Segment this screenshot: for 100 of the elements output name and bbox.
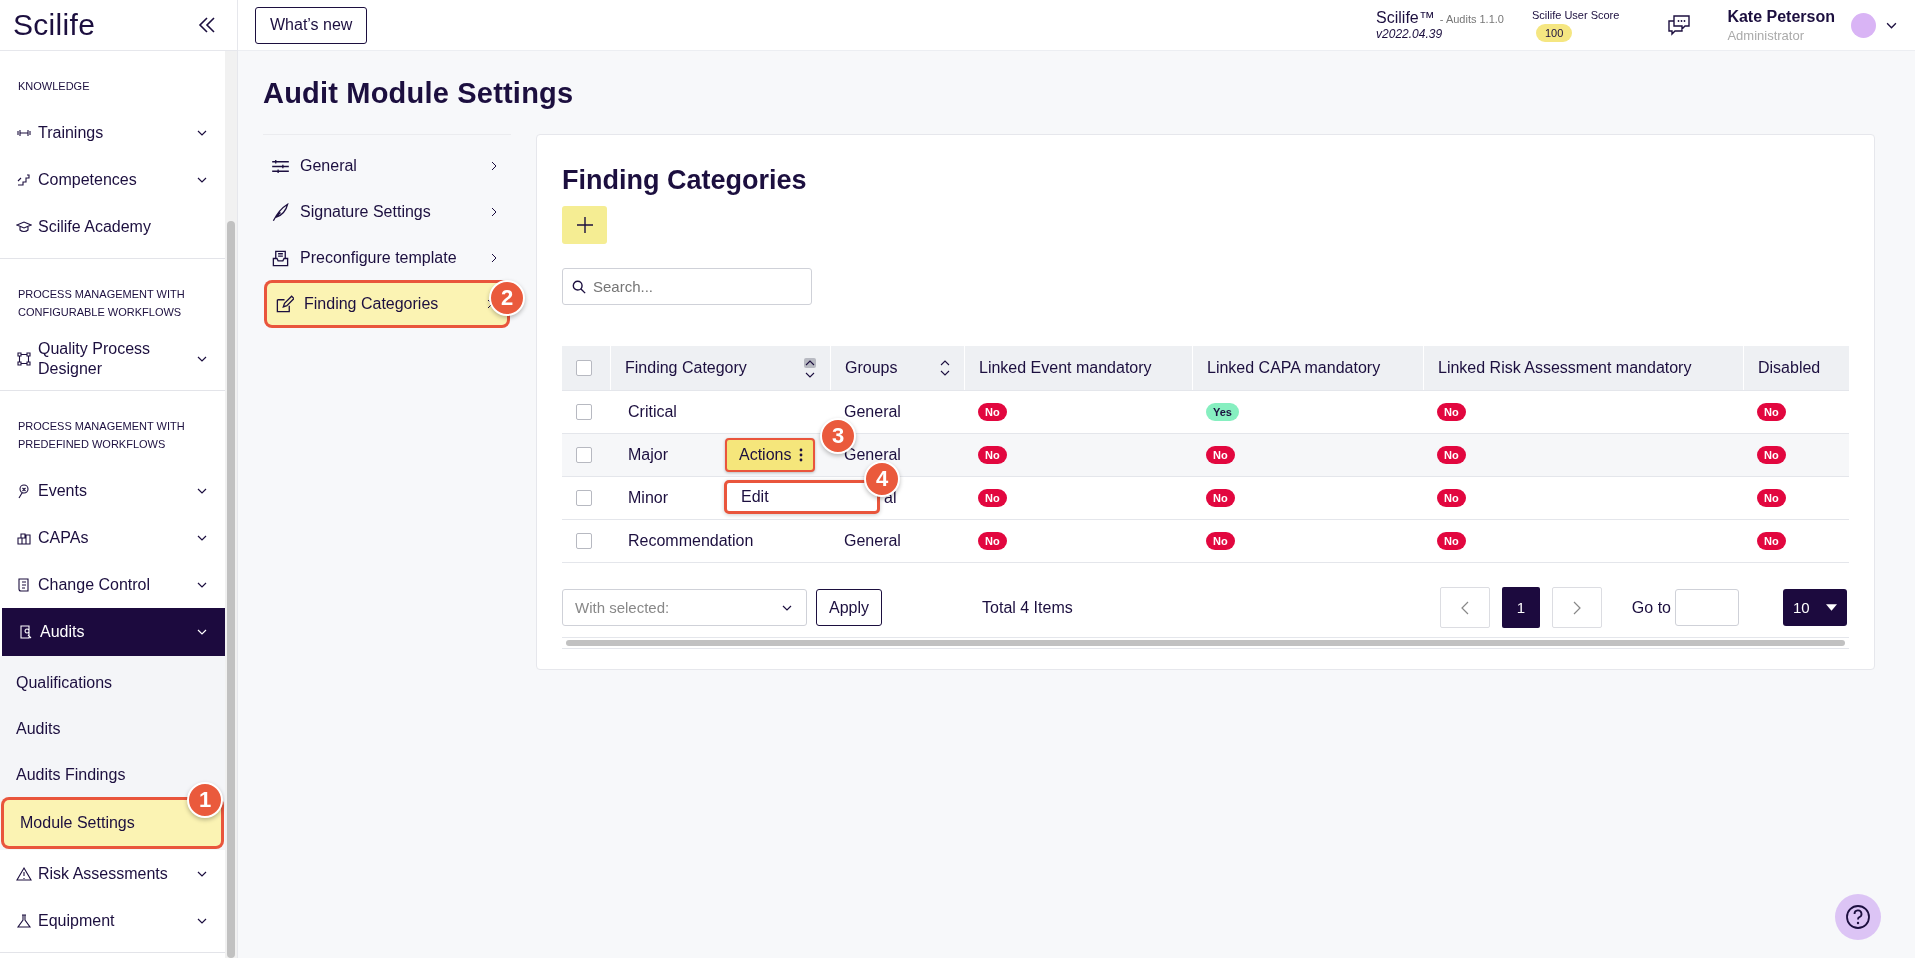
status-badge: Yes	[1206, 403, 1239, 421]
row-checkbox[interactable]	[576, 533, 592, 549]
section-heading: KNOWLEDGE	[17, 79, 91, 94]
column-header[interactable]: Linked Event mandatory	[979, 359, 1152, 377]
group-name: General	[844, 446, 901, 464]
logo: Scilife	[13, 8, 96, 42]
search-icon	[572, 280, 586, 294]
page-button[interactable]: 1	[1501, 587, 1540, 628]
group-name: General	[844, 532, 901, 550]
tray-icon	[271, 248, 290, 268]
add-button[interactable]	[562, 206, 607, 244]
group-name: General	[844, 403, 901, 421]
chevron-icon	[197, 629, 207, 635]
row-checkbox[interactable]	[576, 447, 592, 463]
column-header[interactable]: Disabled	[1758, 359, 1821, 377]
page-title: Audit Module Settings	[263, 77, 575, 110]
category-name: Major	[628, 446, 668, 464]
row-checkbox[interactable]	[576, 404, 592, 420]
edit-icon	[275, 294, 294, 314]
column-header[interactable]: Finding Category	[625, 359, 747, 377]
select-all-checkbox[interactable]	[576, 360, 592, 376]
section-heading: PROCESS MANAGEMENT WITH CONFIGURABLE WORKFLOWS	[17, 287, 186, 320]
sidebar-item[interactable]: Change Control	[0, 561, 225, 608]
score-badge: 100	[1536, 23, 1573, 42]
chat-icon[interactable]	[1667, 14, 1692, 36]
graduation-cap-icon	[16, 218, 32, 235]
chevron-icon	[197, 581, 207, 588]
chevron-icon	[197, 917, 207, 924]
chevron-left-icon	[1460, 600, 1469, 615]
total-items: Total 4 Items	[982, 598, 1073, 617]
sidebar-subitem[interactable]: Qualifications	[0, 660, 225, 706]
sidebar-item[interactable]: Audits	[2, 608, 225, 656]
warning-icon	[16, 865, 32, 882]
scrollbar-thumb[interactable]	[566, 640, 1845, 646]
help-icon[interactable]	[1835, 894, 1881, 940]
search-field[interactable]: Search...	[562, 268, 812, 305]
column-header[interactable]: Groups	[845, 359, 898, 377]
status-badge: No	[1437, 403, 1466, 421]
sidebar-subitem[interactable]: Audits	[0, 706, 225, 752]
sidebar-item[interactable]: Risk Assessments	[0, 850, 225, 897]
chevron-icon	[197, 129, 207, 136]
status-badge: No	[1437, 489, 1466, 507]
status-badge: No	[1437, 532, 1466, 550]
status-badge: No	[1437, 446, 1466, 464]
status-badge: No	[1206, 532, 1235, 550]
status-badge: No	[978, 489, 1007, 507]
apply-button[interactable]: Apply	[816, 589, 883, 626]
user-role: Administrator	[1727, 27, 1805, 43]
sidebar-item[interactable]: Quality Process Designer	[0, 335, 225, 382]
status-badge: No	[1757, 446, 1786, 464]
scroll-icon	[16, 576, 32, 593]
release-version: v2022.04.39	[1376, 27, 1444, 41]
callout-badge: 2	[489, 280, 525, 316]
scrollbar-thumb[interactable]	[227, 221, 235, 958]
status-badge: No	[1206, 489, 1235, 507]
sort-icon[interactable]	[804, 358, 816, 378]
chevron-right-icon	[1572, 600, 1581, 615]
row-checkbox[interactable]	[576, 490, 592, 506]
status-badge: No	[978, 403, 1007, 421]
avatar[interactable]	[1851, 12, 1876, 38]
chevron-icon[interactable]	[1886, 21, 1897, 29]
collapse-icon[interactable]	[197, 15, 217, 35]
chevron-icon	[197, 176, 207, 183]
whats-new-button[interactable]: What’s new	[255, 6, 368, 44]
status-badge: No	[1757, 532, 1786, 550]
sidebar-item[interactable]: CAPAs	[0, 514, 225, 561]
menu-item[interactable]: Edit	[727, 488, 769, 506]
settings-menu-item[interactable]: Signature Settings	[263, 191, 511, 233]
chevron-icon	[782, 604, 792, 611]
caret-icon	[1826, 604, 1837, 611]
chevron-icon	[197, 534, 207, 541]
sidebar-item[interactable]: Events	[0, 467, 225, 514]
goto-field[interactable]	[1675, 589, 1739, 626]
page-size-select[interactable]: 10	[1783, 589, 1847, 626]
category-name: Minor	[628, 489, 668, 507]
previous-page-button[interactable]	[1439, 587, 1490, 628]
sort-icon[interactable]	[940, 360, 950, 376]
card-title: Finding Categories	[562, 165, 808, 196]
sidebar-item[interactable]: Trainings	[0, 109, 225, 156]
goto-label: Go to	[1631, 598, 1671, 617]
settings-menu-item[interactable]: Preconfigure template	[263, 237, 511, 279]
product-name: Scilife™	[1376, 9, 1435, 27]
status-badge: No	[1757, 403, 1786, 421]
next-page-button[interactable]	[1551, 587, 1602, 628]
nodes-icon	[16, 350, 32, 367]
document-search-icon	[18, 624, 34, 640]
chevron-icon	[197, 487, 207, 494]
kebab-icon	[799, 448, 804, 462]
sidebar-item[interactable]: Equipment	[0, 897, 225, 944]
bulk-action-select[interactable]: With selected:	[562, 589, 807, 626]
column-header[interactable]: Linked Risk Assessment mandatory	[1438, 359, 1692, 377]
sidebar-item[interactable]: Scilife Academy	[0, 203, 225, 250]
category-name: Recommendation	[628, 532, 754, 550]
status-badge: No	[1757, 489, 1786, 507]
column-header[interactable]: Linked CAPA mandatory	[1207, 359, 1381, 377]
sidebar-item[interactable]: Competences	[0, 156, 225, 203]
settings-menu-item[interactable]: General	[263, 145, 511, 187]
status-badge: No	[978, 532, 1007, 550]
section-heading: PROCESS MANAGEMENT WITH PREDEFINED WORKFLOWS	[17, 419, 186, 452]
actions-button[interactable]: Actions	[725, 438, 816, 472]
